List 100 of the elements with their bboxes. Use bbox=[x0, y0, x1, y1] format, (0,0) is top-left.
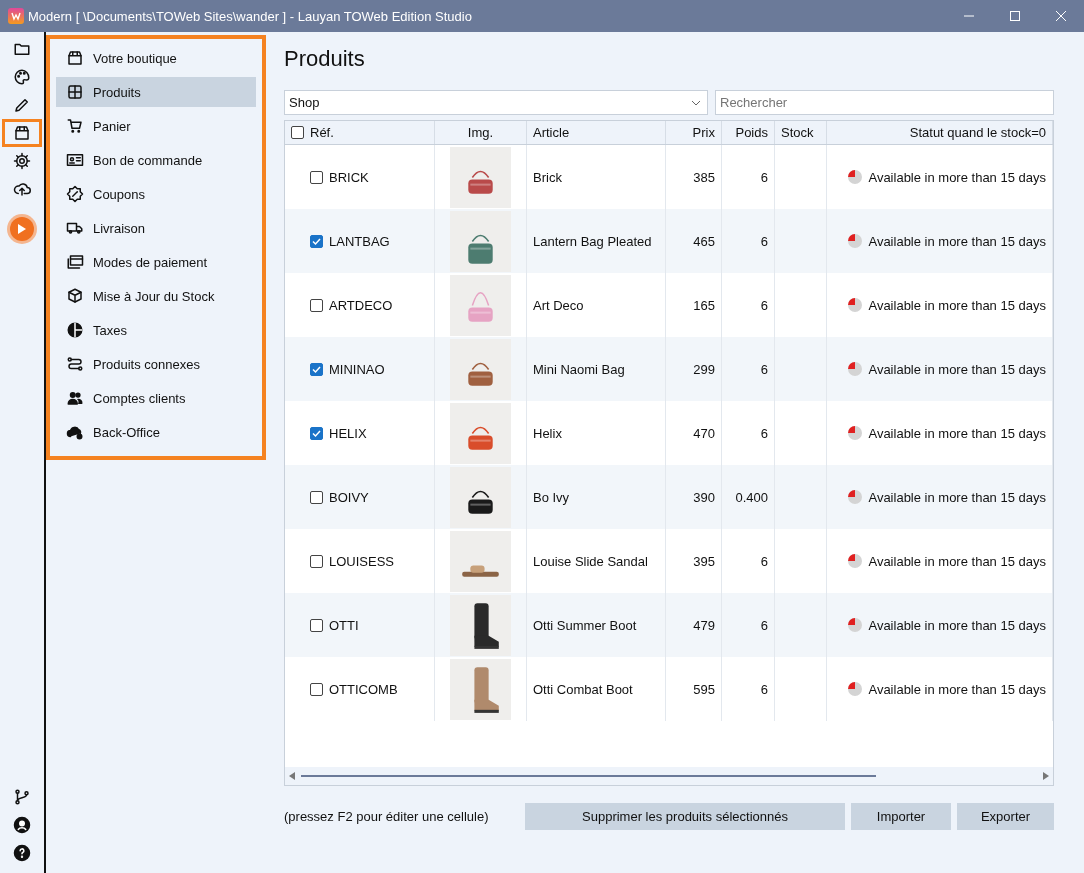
menu-item[interactable]: Taxes bbox=[56, 315, 256, 345]
column-header[interactable]: Réf. bbox=[310, 125, 334, 140]
table-cell: 6 bbox=[760, 617, 768, 633]
table-cell: 6 bbox=[760, 553, 768, 569]
sidebar-button[interactable] bbox=[2, 119, 42, 147]
pie-status-icon bbox=[848, 426, 863, 440]
table-cell: 6 bbox=[760, 169, 768, 185]
table-cell: 0.400 bbox=[735, 489, 768, 505]
hint-text: (pressez F2 pour éditer une cellule) bbox=[284, 809, 490, 824]
maximize-icon bbox=[1010, 11, 1020, 21]
scroll-right-icon[interactable] bbox=[1043, 772, 1049, 780]
page-title: Produits bbox=[284, 46, 366, 73]
table-cell: Available in more than 15 days bbox=[868, 425, 1046, 441]
select-all-checkbox[interactable] bbox=[291, 126, 304, 139]
scroll-left-icon[interactable] bbox=[289, 772, 295, 780]
row-checkbox[interactable] bbox=[310, 170, 323, 184]
table-cell: 6 bbox=[760, 681, 768, 697]
play-icon[interactable] bbox=[10, 217, 34, 241]
table-cell: 465 bbox=[693, 233, 715, 249]
pie-status-icon bbox=[848, 298, 863, 312]
table-cell: Available in more than 15 days bbox=[868, 233, 1046, 249]
table-cell: Available in more than 15 days bbox=[868, 681, 1046, 697]
id-card-icon bbox=[66, 151, 84, 169]
people-icon bbox=[66, 389, 84, 407]
menu-item[interactable]: Produits bbox=[56, 77, 256, 107]
row-checkbox[interactable] bbox=[310, 298, 323, 312]
table-cell: 6 bbox=[760, 425, 768, 441]
window-title: Modern [ \Documents\TOWeb Sites\wander ] - Lauyan TOWeb Edition Studio bbox=[28, 8, 473, 24]
column-header[interactable]: Statut quand le stock=0 bbox=[909, 125, 1046, 140]
pie-status-icon bbox=[848, 554, 863, 568]
action-button[interactable]: Supprimer les produits sélectionnés bbox=[525, 803, 845, 830]
menu-item[interactable]: Bon de commande bbox=[56, 145, 256, 175]
menu-item[interactable]: Modes de paiement bbox=[56, 247, 256, 277]
search-field[interactable]: Rechercher bbox=[715, 90, 1054, 115]
chevron-down-icon bbox=[691, 99, 701, 106]
menu-item[interactable]: Panier bbox=[56, 111, 256, 141]
row-checkbox[interactable] bbox=[310, 618, 323, 632]
row-checkbox[interactable] bbox=[310, 426, 323, 440]
table-cell: Art Deco bbox=[533, 297, 584, 313]
package-icon bbox=[66, 287, 84, 305]
help-icon bbox=[13, 844, 31, 862]
table-cell: 6 bbox=[760, 233, 768, 249]
pencil-icon bbox=[13, 96, 31, 114]
menu-item[interactable]: Comptes clients bbox=[56, 383, 256, 413]
table-cell: 595 bbox=[693, 681, 715, 697]
pie-status-icon bbox=[848, 234, 863, 248]
table-cell: 395 bbox=[693, 553, 715, 569]
row-checkbox[interactable] bbox=[310, 490, 323, 504]
table-cell: Mini Naomi Bag bbox=[533, 361, 625, 377]
table-cell: BRICK bbox=[329, 169, 369, 185]
category-dropdown[interactable]: Shop bbox=[284, 90, 708, 115]
table-cell: Available in more than 15 days bbox=[868, 553, 1046, 569]
row-checkbox[interactable] bbox=[310, 554, 323, 568]
scrollbar-thumb[interactable] bbox=[301, 775, 876, 777]
table-cell: 390 bbox=[693, 489, 715, 505]
menu-item[interactable]: Livraison bbox=[56, 213, 256, 243]
row-checkbox[interactable] bbox=[310, 682, 323, 696]
menu-item[interactable]: Mise à Jour du Stock bbox=[56, 281, 256, 311]
discount-badge-icon bbox=[66, 185, 84, 203]
column-header[interactable]: Stock bbox=[781, 125, 814, 140]
cart-icon bbox=[66, 117, 84, 135]
table-cell: 299 bbox=[693, 361, 715, 377]
menu-item[interactable]: Produits connexes bbox=[56, 349, 256, 379]
table-cell: 470 bbox=[693, 425, 715, 441]
column-header[interactable]: Img. bbox=[467, 125, 494, 140]
gear-icon bbox=[13, 152, 31, 170]
column-header[interactable]: Poids bbox=[735, 125, 768, 140]
table-cell: OTTI bbox=[329, 617, 359, 633]
table-cell: Lantern Bag Pleated bbox=[533, 233, 652, 249]
menu-item[interactable]: Coupons bbox=[56, 179, 256, 209]
table-cell: Brick bbox=[533, 169, 562, 185]
column-header[interactable]: Article bbox=[533, 125, 570, 140]
menu-item[interactable]: Back-Office bbox=[56, 417, 256, 447]
cloud-upload-icon bbox=[13, 180, 31, 198]
table-cell: Available in more than 15 days bbox=[868, 489, 1046, 505]
palette-icon bbox=[13, 68, 31, 86]
action-button[interactable]: Exporter bbox=[957, 803, 1054, 830]
table-cell: LANTBAG bbox=[329, 233, 390, 249]
table-cell: Available in more than 15 days bbox=[868, 297, 1046, 313]
connections-icon bbox=[66, 355, 84, 373]
horizontal-scrollbar[interactable] bbox=[285, 767, 1053, 785]
grid-icon bbox=[66, 83, 84, 101]
column-header[interactable]: Prix bbox=[692, 125, 715, 140]
table-cell: Available in more than 15 days bbox=[868, 361, 1046, 377]
pie-status-icon bbox=[848, 682, 863, 696]
table-cell: OTTICOMB bbox=[329, 681, 398, 697]
table-cell: MININAO bbox=[329, 361, 385, 377]
menu-item[interactable]: Votre boutique bbox=[56, 43, 256, 73]
table-cell: Louise Slide Sandal bbox=[533, 553, 648, 569]
store-icon bbox=[66, 49, 84, 67]
table-cell: Otti Summer Boot bbox=[533, 617, 637, 633]
row-checkbox[interactable] bbox=[310, 362, 323, 376]
row-checkbox[interactable] bbox=[310, 234, 323, 248]
pie-chart-icon bbox=[66, 321, 84, 339]
table-cell: Available in more than 15 days bbox=[868, 169, 1046, 185]
pie-status-icon bbox=[848, 362, 863, 376]
action-button[interactable]: Importer bbox=[851, 803, 951, 830]
table-cell: 479 bbox=[693, 617, 715, 633]
account-icon bbox=[13, 816, 31, 834]
table-cell: 385 bbox=[693, 169, 715, 185]
